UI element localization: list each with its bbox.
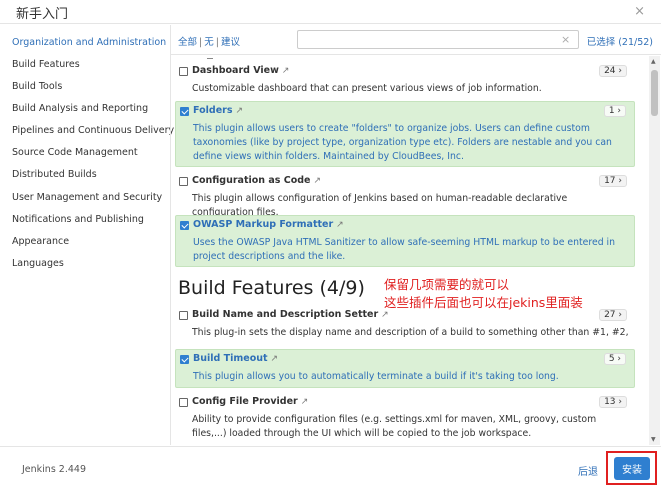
plugin-name: Folders: [193, 105, 233, 116]
plugin-name: OWASP Markup Formatter: [193, 219, 334, 230]
plugin-list-scrollbar[interactable]: ▲ ▼: [649, 56, 660, 445]
sidebar-item-build-features[interactable]: Build Features: [12, 59, 80, 70]
close-icon[interactable]: ×: [634, 4, 645, 19]
plugin-description: This plug-in sets the display name and d…: [192, 327, 628, 338]
plugin-description: Ability to provide configuration files (…: [192, 414, 597, 439]
plugin-item-folders[interactable]: Folders ↗ 1 › This plugin allows users to…: [175, 101, 635, 167]
plugin-name: Config File Provider: [192, 396, 298, 407]
sidebar-item-scm[interactable]: Source Code Management: [12, 147, 138, 158]
plugin-item-config-file-provider[interactable]: Config File Provider ↗ 13 › Ability to pr…: [175, 393, 635, 443]
plugin-item-owasp-markup-formatter[interactable]: OWASP Markup Formatter ↗ Uses the OWASP J…: [175, 215, 635, 267]
dependency-badge[interactable]: 5 ›: [603, 353, 626, 365]
external-link-icon[interactable]: ↗: [313, 176, 321, 186]
scroll-thumb[interactable]: [651, 70, 658, 116]
plugin-item-build-name-setter[interactable]: Build Name and Description Setter ↗ 27 › …: [175, 306, 635, 343]
back-link[interactable]: 后退: [578, 463, 598, 478]
external-link-icon[interactable]: ↗: [282, 66, 290, 76]
plugin-checkbox[interactable]: [179, 67, 188, 76]
separator: |: [199, 37, 203, 48]
plugin-name: Build Timeout: [193, 353, 268, 364]
plugin-checkbox[interactable]: [179, 398, 188, 407]
sidebar-item-user-management[interactable]: User Management and Security: [12, 192, 162, 203]
plugin-description: This plugin allows users to create "fold…: [193, 123, 612, 162]
plugin-toolbar: 全部 | 无 | 建议 × 已选择 (21/52): [171, 25, 661, 55]
external-link-icon[interactable]: ↗: [301, 397, 309, 407]
description-text: Uses the: [193, 237, 237, 248]
dependency-badge[interactable]: 17 ›: [599, 175, 627, 187]
sidebar-item-distributed-builds[interactable]: Distributed Builds: [12, 169, 97, 180]
select-suggested-link[interactable]: 建议: [221, 37, 240, 48]
plugin-checkbox[interactable]: [180, 355, 189, 364]
sidebar-item-pipelines[interactable]: Pipelines and Continuous Delivery: [12, 125, 174, 136]
sidebar-item-organization-administration[interactable]: Organization and Administration: [12, 37, 166, 48]
plugin-item-configuration-as-code[interactable]: Configuration as Code ↗ 17 › This plugin …: [175, 172, 635, 218]
plugin-name-link[interactable]: Build Timeout ↗: [193, 353, 278, 364]
plugin-name-link[interactable]: Configuration as Code ↗: [192, 175, 321, 186]
dependency-badge[interactable]: 1 ›: [603, 105, 626, 117]
scroll-down-arrow-icon[interactable]: ▼: [651, 436, 656, 443]
annotation-line: 保留几项需要的就可以: [384, 277, 510, 292]
plugin-description: This plugin allows you to automatically …: [193, 371, 559, 382]
sidebar-item-notifications[interactable]: Notifications and Publishing: [12, 214, 144, 225]
sidebar-item-languages[interactable]: Languages: [12, 258, 64, 269]
plugin-checkbox[interactable]: [179, 311, 188, 320]
dependency-badge[interactable]: 27 ›: [599, 309, 627, 321]
plugin-name-link[interactable]: Config File Provider ↗: [192, 396, 308, 407]
plugin-checkbox[interactable]: [179, 177, 188, 186]
sidebar-item-appearance[interactable]: Appearance: [12, 236, 69, 247]
select-all-link[interactable]: 全部: [178, 37, 197, 48]
dialog-title: 新手入门: [16, 7, 69, 22]
select-none-link[interactable]: 无: [204, 37, 214, 48]
install-button[interactable]: 安装: [614, 457, 650, 480]
external-link-icon[interactable]: ↗: [381, 310, 389, 320]
scroll-up-arrow-icon[interactable]: ▲: [651, 58, 656, 65]
plugin-description: Uses the OWASP Java HTML Sanitizer to al…: [193, 236, 629, 264]
plugin-description: Customizable dashboard that can present …: [192, 83, 542, 94]
sidebar-item-build-analysis[interactable]: Build Analysis and Reporting: [12, 103, 148, 114]
sidebar-item-build-tools[interactable]: Build Tools: [12, 81, 62, 92]
owasp-sanitizer-link[interactable]: OWASP Java HTML Sanitizer: [236, 237, 365, 248]
plugin-name-link[interactable]: OWASP Markup Formatter ↗: [193, 219, 344, 230]
dependency-badge[interactable]: 13 ›: [599, 396, 627, 408]
plugin-checkbox[interactable]: [180, 107, 189, 116]
separator: |: [215, 37, 219, 48]
external-link-icon[interactable]: ↗: [336, 220, 344, 230]
plugin-name: Configuration as Code: [192, 175, 311, 186]
external-link-icon[interactable]: ↗: [271, 354, 279, 364]
jenkins-version: Jenkins 2.449: [22, 464, 86, 475]
plugin-checkbox[interactable]: [180, 221, 189, 230]
dialog-titlebar: 新手入门 ×: [0, 0, 661, 24]
dialog-footer: Jenkins 2.449 后退 安装: [0, 446, 661, 486]
plugin-name: Build Name and Description Setter: [192, 309, 379, 320]
plugin-item-dashboard-view[interactable]: Dashboard View ↗ 24 › Customizable dashbo…: [175, 62, 635, 96]
plugin-search-input[interactable]: [297, 30, 579, 49]
selection-filter-links: 全部 | 无 | 建议: [178, 34, 240, 48]
plugin-name: Dashboard View: [192, 65, 279, 76]
selected-count-link[interactable]: 已选择 (21/52): [587, 34, 653, 48]
clear-search-icon[interactable]: ×: [561, 33, 570, 46]
category-sidebar: Organization and Administration Build Fe…: [0, 25, 174, 445]
plugin-item-build-timeout[interactable]: Build Timeout ↗ 5 › This plugin allows yo…: [175, 349, 635, 388]
plugin-list: Dashboard View ↗ 24 › Customizable dashbo…: [171, 56, 647, 445]
clipped-item-edge: [207, 56, 213, 59]
external-link-icon[interactable]: ↗: [235, 106, 243, 116]
plugin-name-link[interactable]: Build Name and Description Setter ↗: [192, 309, 389, 320]
plugin-name-link[interactable]: Folders ↗: [193, 105, 243, 116]
section-heading-build-features: Build Features (4/9): [178, 277, 365, 299]
plugin-name-link[interactable]: Dashboard View ↗: [192, 65, 289, 76]
dependency-badge[interactable]: 24 ›: [599, 65, 627, 77]
